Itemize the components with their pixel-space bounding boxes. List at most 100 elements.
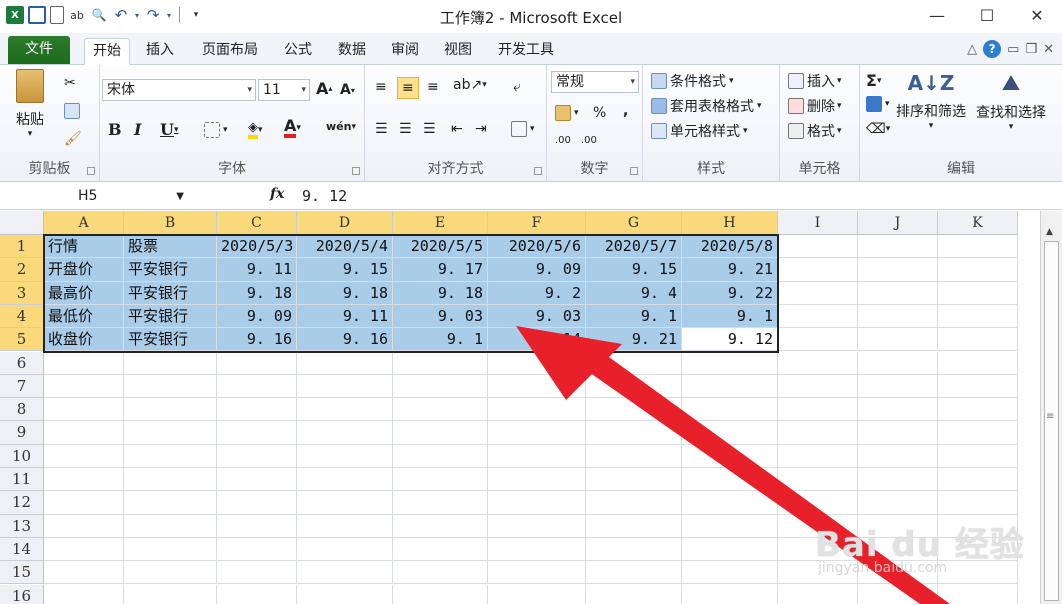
cell-h10[interactable] <box>682 444 778 468</box>
redo-dropdown-icon[interactable]: ▾ <box>166 6 172 24</box>
cell-h16[interactable] <box>682 584 778 604</box>
cell-c7[interactable] <box>217 374 297 399</box>
cell-d5[interactable]: 9. 16 <box>297 328 393 352</box>
cell-f13[interactable] <box>488 514 586 538</box>
cut-button[interactable]: ✂ <box>64 75 76 91</box>
decrease-indent-button[interactable]: ⇤ <box>451 121 463 137</box>
cell-f16[interactable] <box>488 584 586 604</box>
cell-g1[interactable]: 2020/5/7 <box>586 235 682 259</box>
row-header-8[interactable]: 8 <box>0 398 44 422</box>
cell-i7[interactable] <box>778 374 858 399</box>
row-header-10[interactable]: 10 <box>0 444 44 468</box>
cell-g8[interactable] <box>586 398 682 422</box>
cell-i10[interactable] <box>778 444 858 468</box>
cell-g10[interactable] <box>586 444 682 468</box>
cell-h9[interactable] <box>682 421 778 445</box>
font-color-button[interactable]: A ▾ <box>284 118 301 138</box>
increase-decimal-button[interactable]: .00 <box>555 135 571 146</box>
cell-k7[interactable] <box>938 374 1018 399</box>
cell-g9[interactable] <box>586 421 682 445</box>
insert-function-icon[interactable]: fx <box>270 186 284 202</box>
cell-i3[interactable] <box>778 281 858 305</box>
cell-e14[interactable] <box>393 537 488 562</box>
save-icon[interactable] <box>28 6 46 24</box>
tab-insert[interactable]: 插入 <box>140 38 180 65</box>
cell-d2[interactable]: 9. 15 <box>297 258 393 282</box>
cell-f1[interactable]: 2020/5/6 <box>488 235 586 259</box>
cell-i8[interactable] <box>778 398 858 422</box>
cell-g7[interactable] <box>586 374 682 399</box>
cell-k6[interactable] <box>938 351 1018 375</box>
cell-d13[interactable] <box>297 514 393 538</box>
grow-font-button[interactable]: A ▴ <box>316 79 332 98</box>
cell-e12[interactable] <box>393 491 488 515</box>
cell-e7[interactable] <box>393 374 488 399</box>
cell-b7[interactable] <box>124 374 217 399</box>
cell-d15[interactable] <box>297 561 393 585</box>
row-header-7[interactable]: 7 <box>0 374 44 399</box>
borders-button[interactable]: ▾ <box>204 122 228 138</box>
align-left-button[interactable]: ☰ <box>375 121 388 137</box>
cell-j7[interactable] <box>858 374 938 399</box>
align-right-button[interactable]: ☰ <box>423 121 436 137</box>
cell-c9[interactable] <box>217 421 297 445</box>
cell-k9[interactable] <box>938 421 1018 445</box>
number-launcher-icon[interactable] <box>630 167 638 175</box>
tab-home[interactable]: 开始 <box>84 38 130 65</box>
column-header-a[interactable]: A <box>44 211 124 235</box>
format-as-table-button[interactable]: 套用表格格式 ▾ <box>651 96 762 116</box>
cell-k5[interactable] <box>938 328 1018 352</box>
insert-cells-button[interactable]: 插入 ▾ <box>788 71 842 91</box>
cell-b13[interactable] <box>124 514 217 538</box>
cell-b16[interactable] <box>124 584 217 604</box>
percent-button[interactable]: % <box>593 105 606 121</box>
cell-c13[interactable] <box>217 514 297 538</box>
row-header-14[interactable]: 14 <box>0 537 44 562</box>
close-button[interactable]: ✕ <box>1012 0 1062 30</box>
paste-button[interactable]: 粘贴 ▾ <box>16 69 44 139</box>
cell-j12[interactable] <box>858 491 938 515</box>
align-top-button[interactable]: ≡ <box>375 79 387 95</box>
format-cells-button[interactable]: 格式 ▾ <box>788 121 842 141</box>
align-center-button[interactable]: ☰ <box>399 121 412 137</box>
sort-filter-button[interactable]: A↓Z 排序和筛选 ▾ <box>896 71 966 131</box>
cell-c16[interactable] <box>217 584 297 604</box>
cell-c5[interactable]: 9. 16 <box>217 328 297 352</box>
cell-a12[interactable] <box>44 491 124 515</box>
cell-g14[interactable] <box>586 537 682 562</box>
cell-j10[interactable] <box>858 444 938 468</box>
cell-k1[interactable] <box>938 235 1018 259</box>
cell-i11[interactable] <box>778 468 858 492</box>
cell-styles-button[interactable]: 单元格样式 ▾ <box>651 121 748 141</box>
cell-h2[interactable]: 9. 21 <box>682 258 778 282</box>
cell-c2[interactable]: 9. 11 <box>217 258 297 282</box>
cell-a16[interactable] <box>44 584 124 604</box>
column-header-j[interactable]: J <box>858 211 938 235</box>
cell-c11[interactable] <box>217 468 297 492</box>
cell-g16[interactable] <box>586 584 682 604</box>
cell-a2[interactable]: 开盘价 <box>44 258 124 282</box>
row-header-13[interactable]: 13 <box>0 514 44 538</box>
italic-button[interactable]: I <box>134 120 141 139</box>
tab-formulas[interactable]: 公式 <box>278 38 318 65</box>
cell-f11[interactable] <box>488 468 586 492</box>
cell-f3[interactable]: 9. 2 <box>488 281 586 305</box>
cell-e13[interactable] <box>393 514 488 538</box>
bold-button[interactable]: B <box>108 120 122 139</box>
cell-i5[interactable] <box>778 328 858 352</box>
tab-developer[interactable]: 开发工具 <box>492 38 560 65</box>
cell-d4[interactable]: 9. 11 <box>297 304 393 329</box>
cell-i2[interactable] <box>778 258 858 282</box>
cell-g13[interactable] <box>586 514 682 538</box>
cell-c10[interactable] <box>217 444 297 468</box>
cell-j1[interactable] <box>858 235 938 259</box>
customize-qat-icon[interactable]: ▾ <box>187 6 205 24</box>
vertical-scrollbar[interactable]: ▲ ≡ <box>1040 211 1062 604</box>
cell-h12[interactable] <box>682 491 778 515</box>
maximize-button[interactable]: ☐ <box>962 0 1012 30</box>
collapse-ribbon-icon[interactable]: △ <box>967 42 977 57</box>
align-bottom-button[interactable]: ≡ <box>427 79 439 95</box>
cell-i16[interactable] <box>778 584 858 604</box>
cell-b10[interactable] <box>124 444 217 468</box>
orientation-button[interactable]: ab↗ ▾ <box>453 77 487 93</box>
